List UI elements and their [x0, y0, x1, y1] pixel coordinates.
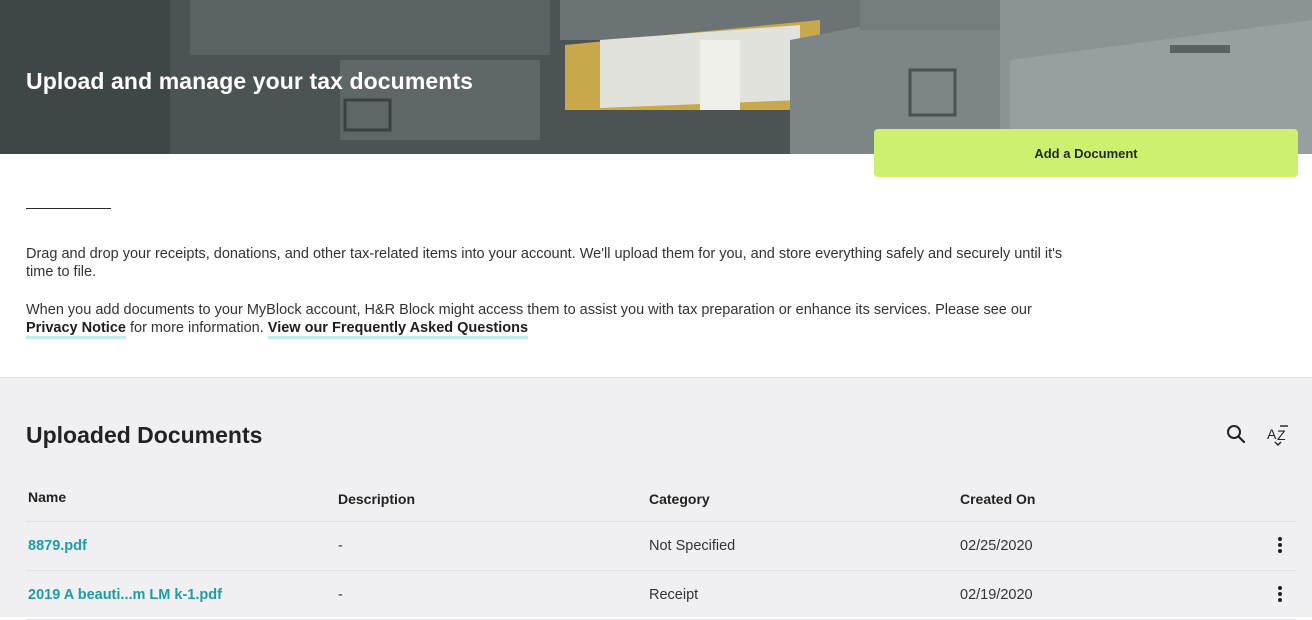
more-options-icon[interactable]	[1272, 535, 1288, 555]
document-created-on: 02/19/2020	[960, 587, 1033, 603]
document-category: Not Specified	[649, 538, 736, 554]
intro-paragraph-2-mid: for more information.	[125, 320, 268, 336]
sort-az-icon[interactable]: A Z	[1266, 422, 1290, 446]
faq-link[interactable]: View our Frequently Asked Questions	[267, 320, 529, 339]
column-header-created-on[interactable]: Created On	[960, 491, 1035, 507]
document-created-on: 02/25/2020	[960, 538, 1033, 554]
column-header-description[interactable]: Description	[338, 491, 415, 507]
document-category: Receipt	[649, 587, 699, 603]
svg-text:Z: Z	[1277, 427, 1286, 443]
section-divider	[26, 208, 111, 209]
document-description: -	[338, 538, 343, 554]
document-description: -	[338, 587, 343, 603]
column-header-name[interactable]: Name	[28, 489, 66, 505]
add-document-button[interactable]: Add a Document	[874, 129, 1298, 177]
table-row: 8879.pdf - Not Specified 02/25/2020	[26, 522, 1296, 571]
intro-text: Drag and drop your receipts, donations, …	[26, 245, 1086, 357]
table-row: 2019 A beauti...m LM k-1.pdf - Receipt 0…	[26, 571, 1296, 620]
document-name-link[interactable]: 2019 A beauti...m LM k-1.pdf	[28, 587, 222, 603]
more-options-icon[interactable]	[1272, 584, 1288, 604]
search-icon[interactable]	[1224, 422, 1248, 446]
page-title: Upload and manage your tax documents	[26, 68, 474, 94]
intro-paragraph-2-text: When you add documents to your MyBlock a…	[26, 302, 1032, 318]
uploaded-documents-title: Uploaded Documents	[26, 422, 263, 448]
documents-table: Name Description Category Created On 887…	[26, 475, 1296, 620]
svg-text:A: A	[1267, 426, 1277, 442]
document-name-link[interactable]: 8879.pdf	[28, 538, 87, 554]
uploaded-documents-section: Uploaded Documents A Z Name Description …	[0, 377, 1312, 620]
table-header: Name Description Category Created On	[26, 475, 1296, 522]
privacy-notice-link[interactable]: Privacy Notice	[26, 320, 126, 339]
intro-paragraph-1: Drag and drop your receipts, donations, …	[26, 246, 1063, 280]
column-header-category[interactable]: Category	[649, 491, 710, 507]
intro-paragraph-2: When you add documents to your MyBlock a…	[26, 301, 1086, 339]
